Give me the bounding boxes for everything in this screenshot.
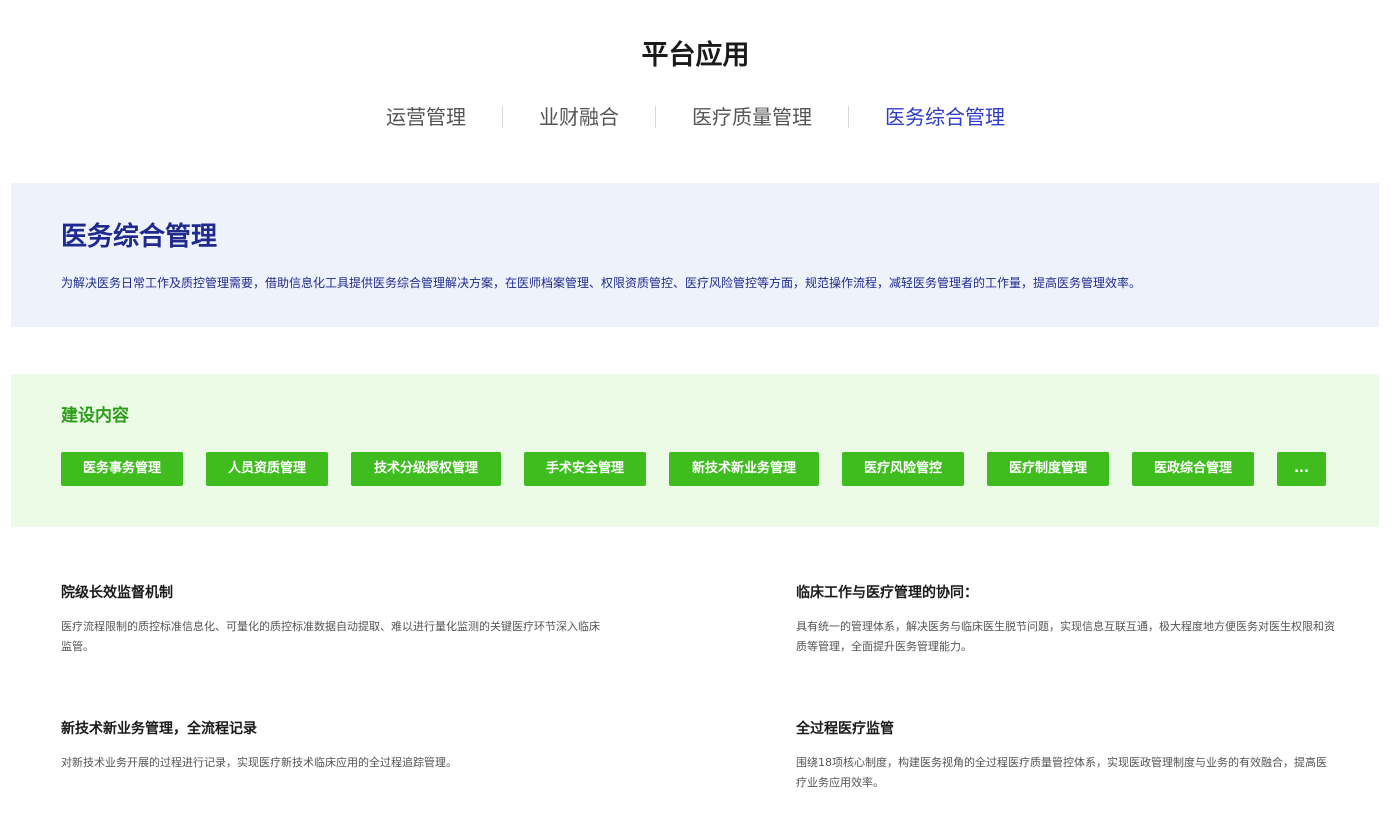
page: 平台应用 运营管理 业财融合 医疗质量管理 医务综合管理 医务综合管理 为解决医… [0, 0, 1391, 824]
chip-more[interactable]: ... [1277, 452, 1326, 486]
chip-medical-system-management[interactable]: 医疗制度管理 [987, 452, 1109, 486]
feature-block: 临床工作与医疗管理的协同： 具有统一的管理体系，解决医务与临床医生脱节问题，实现… [796, 583, 1336, 657]
chip-medical-risk-control[interactable]: 医疗风险管控 [842, 452, 964, 486]
tab-medical-affairs-management[interactable]: 医务综合管理 [849, 100, 1041, 134]
tab-bar: 运营管理 业财融合 医疗质量管理 医务综合管理 [0, 100, 1391, 134]
feature-title: 新技术新业务管理，全流程记录 [61, 721, 257, 737]
feature-block: 新技术新业务管理，全流程记录 对新技术业务开展的过程进行记录，实现医疗新技术临床… [61, 719, 601, 773]
chip-medical-administration[interactable]: 医政综合管理 [1132, 452, 1254, 486]
feature-title: 院级长效监督机制 [61, 585, 173, 601]
intro-title: 医务综合管理 [61, 222, 218, 252]
intro-description: 为解决医务日常工作及质控管理需要，借助信息化工具提供医务综合管理解决方案，在医师… [61, 276, 1142, 290]
intro-panel: 医务综合管理 为解决医务日常工作及质控管理需要，借助信息化工具提供医务综合管理解… [11, 183, 1379, 327]
feature-block: 全过程医疗监管 围绕18项核心制度，构建医务视角的全过程医疗质量管控体系，实现医… [796, 719, 1336, 793]
feature-description: 对新技术业务开展的过程进行记录，实现医疗新技术临床应用的全过程追踪管理。 [61, 756, 457, 769]
feature-description: 具有统一的管理体系，解决医务与临床医生脱节问题，实现信息互联互通，极大程度地方便… [796, 620, 1335, 653]
build-content-chip-list: 医务事务管理 人员资质管理 技术分级授权管理 手术安全管理 新技术新业务管理 医… [61, 452, 1326, 486]
chip-medical-affairs[interactable]: 医务事务管理 [61, 452, 183, 486]
build-content-panel: 建设内容 医务事务管理 人员资质管理 技术分级授权管理 手术安全管理 新技术新业… [11, 374, 1379, 527]
feature-block: 院级长效监督机制 医疗流程限制的质控标准信息化、可量化的质控标准数据自动提取、难… [61, 583, 601, 657]
feature-title: 全过程医疗监管 [796, 721, 894, 737]
feature-title: 临床工作与医疗管理的协同： [796, 585, 978, 601]
chip-new-technology-business[interactable]: 新技术新业务管理 [669, 452, 819, 486]
tab-medical-quality-management[interactable]: 医疗质量管理 [656, 100, 848, 134]
chip-staff-qualification[interactable]: 人员资质管理 [206, 452, 328, 486]
feature-description: 医疗流程限制的质控标准信息化、可量化的质控标准数据自动提取、难以进行量化监测的关… [61, 620, 600, 653]
feature-description: 围绕18项核心制度，构建医务视角的全过程医疗质量管控体系，实现医政管理制度与业务… [796, 756, 1327, 789]
build-content-title: 建设内容 [61, 406, 129, 426]
chip-surgery-safety[interactable]: 手术安全管理 [524, 452, 646, 486]
tab-finance-integration[interactable]: 业财融合 [503, 100, 655, 134]
tab-operations-management[interactable]: 运营管理 [350, 100, 502, 134]
chip-technology-grading-authorization[interactable]: 技术分级授权管理 [351, 452, 501, 486]
page-title: 平台应用 [641, 40, 750, 71]
